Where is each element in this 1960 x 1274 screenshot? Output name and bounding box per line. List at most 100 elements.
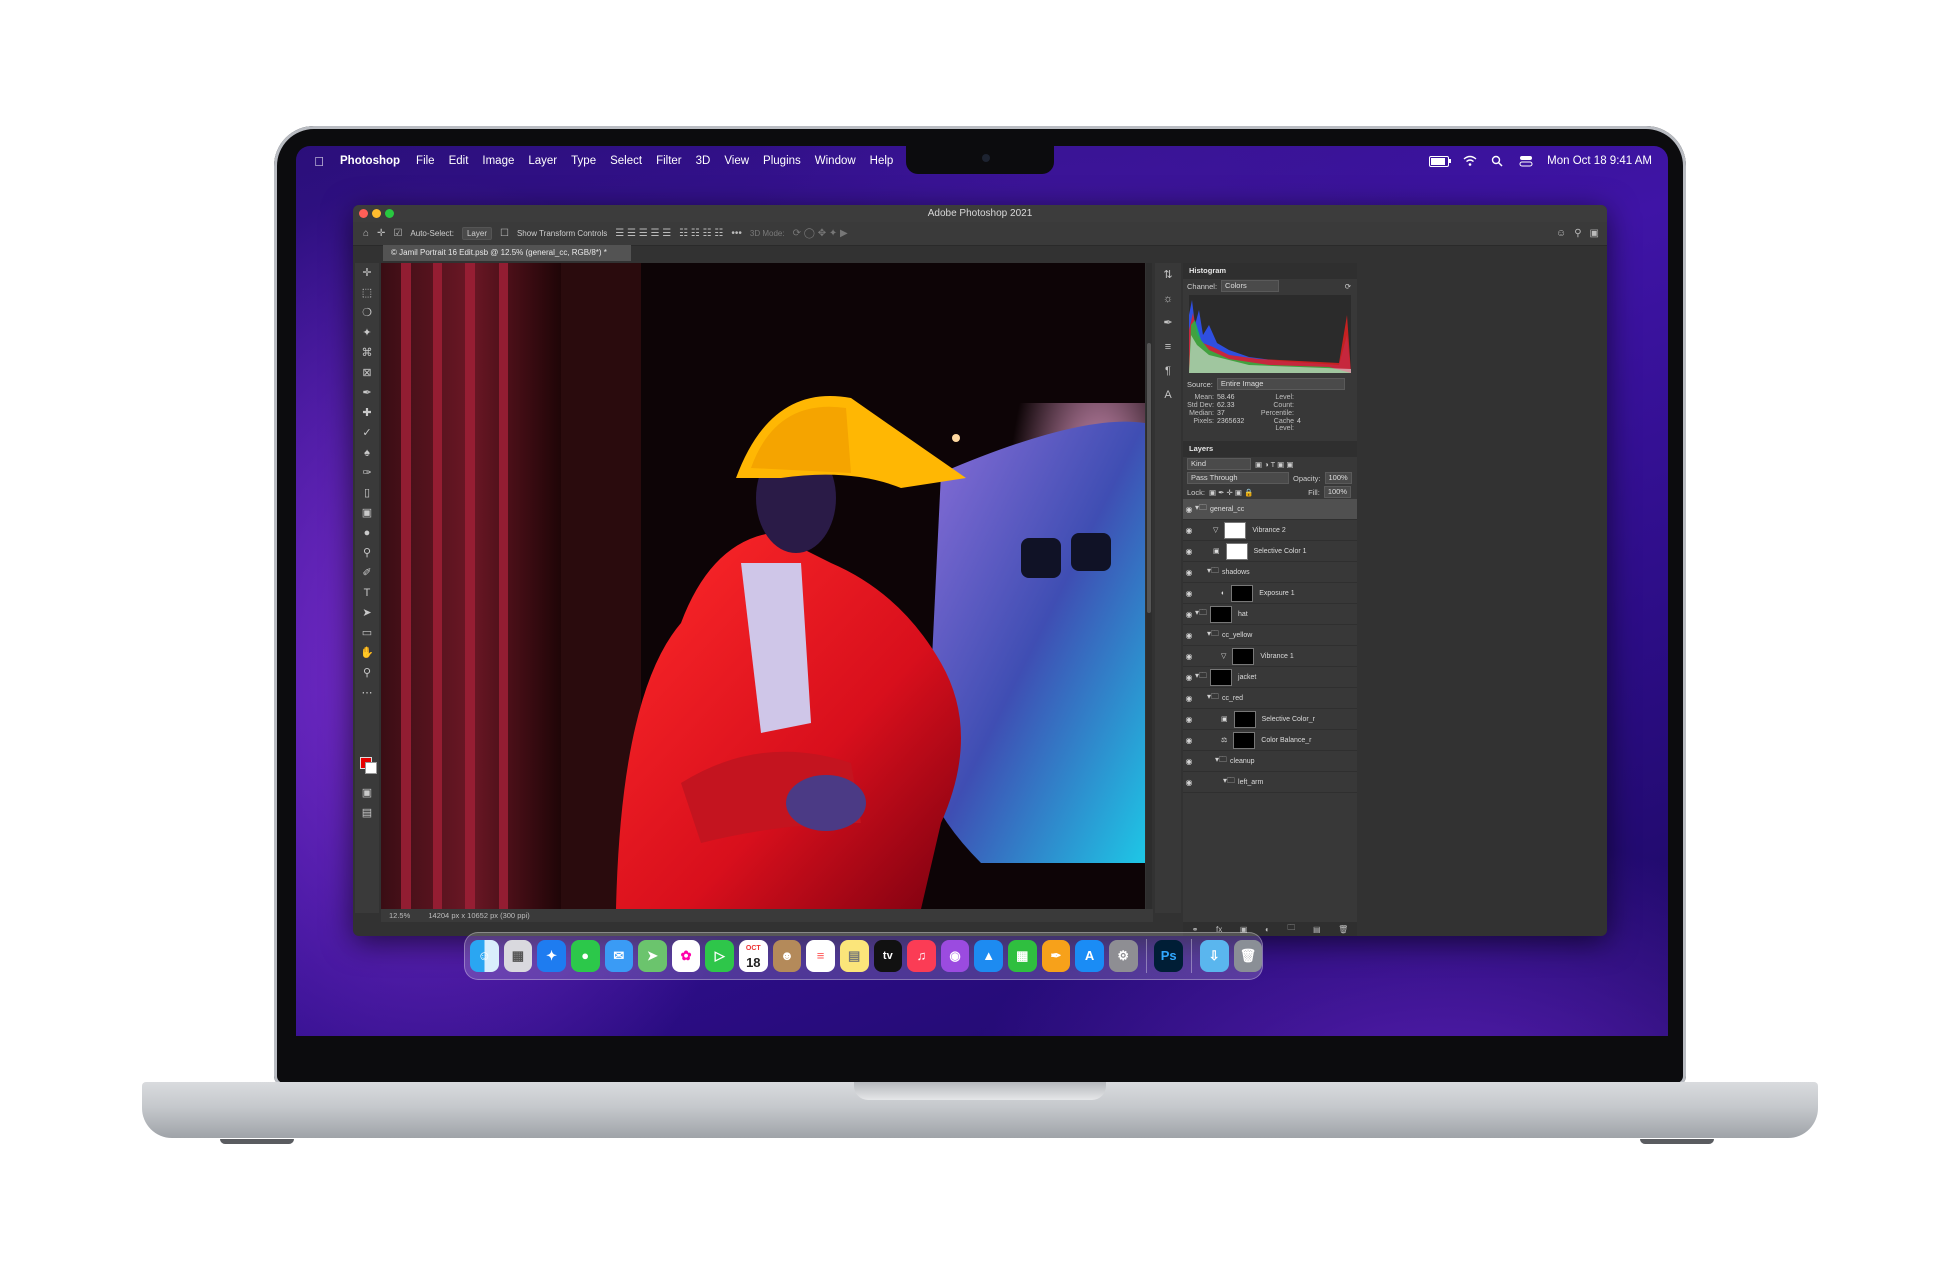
home-icon[interactable]: ⌂ (363, 228, 369, 239)
layer-row[interactable]: ◉ ▽ Vibrance 2 (1183, 520, 1357, 541)
folder-icon[interactable]: ▾🗀 (1207, 628, 1219, 642)
marquee-tool-icon[interactable]: ⬚ (355, 283, 379, 303)
layer-row[interactable]: ◉ ▽ Vibrance 1 (1183, 646, 1357, 667)
visibility-eye-icon[interactable]: ◉ (1183, 505, 1195, 514)
align-icons[interactable]: ☰ ☰ ☰ ☰ ☰ (615, 228, 671, 239)
brush-tool-icon[interactable]: ✓ (355, 423, 379, 443)
music-icon[interactable]: ♫ (907, 940, 936, 972)
adjustment-layer-icon[interactable]: ◐ (1265, 925, 1270, 934)
app-menu[interactable]: Photoshop (340, 155, 400, 167)
photoshop-icon[interactable]: Ps (1154, 940, 1184, 972)
move-tool-icon[interactable]: ✛ (377, 228, 385, 239)
keynote-icon[interactable]: ▲ (974, 940, 1003, 972)
screen-mode-icon[interactable]: ▤ (355, 803, 379, 823)
window-titlebar[interactable]: Adobe Photoshop 2021 (353, 205, 1607, 222)
scrollbar-thumb[interactable] (1147, 343, 1151, 613)
notes-icon[interactable]: ▤ (839, 940, 869, 972)
layer-mask-thumbnail[interactable] (1210, 605, 1233, 623)
checkbox-checked-icon[interactable]: ☑ (393, 228, 402, 239)
pen-tool-icon[interactable]: ✐ (355, 563, 379, 583)
mail-icon[interactable]: ✉ (604, 940, 634, 972)
opacity-field[interactable]: 100% (1324, 472, 1352, 484)
search-icon[interactable]: ⚲ (1574, 228, 1581, 239)
show-transform-controls-label[interactable]: Show Transform Controls (517, 229, 607, 238)
menu-plugins[interactable]: Plugins (763, 155, 801, 167)
layer-mask-thumbnail[interactable] (1224, 521, 1247, 539)
layer-row[interactable]: ◉ ▣ Selective Color_r (1183, 709, 1357, 730)
source-dropdown[interactable]: Entire Image (1216, 378, 1345, 390)
layer-mask-thumbnail[interactable] (1233, 710, 1256, 728)
lasso-tool-icon[interactable]: ❍ (355, 303, 379, 323)
layer-row[interactable]: ◉ ▾🗀 general_cc (1183, 499, 1357, 520)
downloads-folder-icon[interactable]: ⇩ (1199, 940, 1229, 972)
menubar-clock[interactable]: Mon Oct 18 9:41 AM (1547, 155, 1652, 167)
fill-field[interactable]: 100% (1323, 486, 1351, 498)
history-icon[interactable]: ⇅ (1155, 263, 1181, 287)
visibility-eye-icon[interactable]: ◉ (1183, 715, 1195, 724)
layer-row[interactable]: ◉ ▾🗀 shadows (1183, 562, 1357, 583)
finder-icon[interactable]: ☺ (470, 940, 499, 972)
menu-image[interactable]: Image (482, 155, 514, 167)
tv-icon[interactable]: tv (873, 940, 903, 972)
reminders-icon[interactable]: ≡ (806, 940, 835, 972)
menu-select[interactable]: Select (610, 155, 642, 167)
layer-mask-thumbnail[interactable] (1231, 584, 1254, 602)
layer-row[interactable]: ◉ ▾🗀 cc_yellow (1183, 625, 1357, 646)
zoom-level[interactable]: 12.5% (389, 911, 410, 920)
frame-tool-icon[interactable]: ⊠ (355, 363, 379, 383)
layer-row[interactable]: ◉ ⚖ Color Balance_r (1183, 730, 1357, 751)
menu-view[interactable]: View (724, 155, 749, 167)
character-icon[interactable]: A (1155, 383, 1181, 407)
layer-row[interactable]: ◉ ▾🗀 hat (1183, 604, 1357, 625)
quick-mask-icon[interactable]: ▣ (355, 783, 379, 803)
layer-row[interactable]: ◉ ▾🗀 cc_red (1183, 688, 1357, 709)
menu-layer[interactable]: Layer (528, 155, 557, 167)
wifi-icon[interactable] (1463, 155, 1477, 167)
clone-stamp-tool-icon[interactable]: ♠ (355, 443, 379, 463)
visibility-eye-icon[interactable]: ◉ (1183, 610, 1195, 619)
visibility-eye-icon[interactable]: ◉ (1183, 631, 1195, 640)
visibility-eye-icon[interactable]: ◉ (1183, 526, 1195, 535)
folder-icon[interactable]: ▾🗀 (1223, 775, 1235, 789)
healing-brush-tool-icon[interactable]: ✚ (355, 403, 379, 423)
auto-select-dropdown[interactable]: Layer (461, 227, 492, 240)
path-selection-tool-icon[interactable]: ➤ (355, 603, 379, 623)
maps-icon[interactable]: ➤ (638, 940, 667, 972)
adjustments-icon[interactable]: ☼ (1155, 287, 1181, 311)
crop-tool-icon[interactable]: ⌘ (355, 343, 379, 363)
visibility-eye-icon[interactable]: ◉ (1183, 568, 1195, 577)
history-brush-tool-icon[interactable]: ✑ (355, 463, 379, 483)
type-tool-icon[interactable]: T (355, 583, 379, 603)
system-preferences-icon[interactable]: ⚙ (1108, 940, 1138, 972)
delete-layer-icon[interactable]: 🗑 (1338, 925, 1348, 934)
properties-icon[interactable]: ≡ (1155, 335, 1181, 359)
folder-icon[interactable]: ▾🗀 (1215, 754, 1227, 768)
menu-type[interactable]: Type (571, 155, 596, 167)
numbers-icon[interactable]: ▦ (1008, 940, 1037, 972)
visibility-eye-icon[interactable]: ◉ (1183, 736, 1195, 745)
folder-icon[interactable]: ▾🗀 (1207, 691, 1219, 705)
canvas-area[interactable] (381, 263, 1145, 909)
channel-dropdown[interactable]: Colors (1221, 280, 1280, 292)
canvas-vertical-scrollbar[interactable] (1146, 263, 1152, 909)
close-window-icon[interactable] (359, 209, 368, 218)
gradient-tool-icon[interactable]: ▣ (355, 503, 379, 523)
workspace-icon[interactable]: ▣ (1590, 228, 1599, 239)
rectangle-tool-icon[interactable]: ▭ (355, 623, 379, 643)
eraser-tool-icon[interactable]: ▯ (355, 483, 379, 503)
document-tab[interactable]: © Jamil Portrait 16 Edit.psb @ 12.5% (ge… (383, 245, 631, 261)
histogram-panel-title[interactable]: Histogram (1183, 263, 1357, 279)
menu-file[interactable]: File (416, 155, 435, 167)
control-center-icon[interactable] (1519, 155, 1533, 167)
lock-icons[interactable]: ▣ ✒ ✛ ▣ 🔒 (1209, 488, 1253, 497)
battery-icon[interactable] (1429, 155, 1452, 167)
app-store-icon[interactable]: A (1075, 940, 1104, 972)
trash-icon[interactable]: 🗑 (1233, 940, 1263, 972)
distribute-icons[interactable]: ☷ ☷ ☷ ☷ (679, 228, 723, 239)
folder-icon[interactable]: ▾🗀 (1207, 565, 1219, 579)
messages-icon[interactable]: ● (570, 940, 600, 972)
object-selection-tool-icon[interactable]: ✦ (355, 323, 379, 343)
facetime-icon[interactable]: ▷ (705, 940, 734, 972)
menu-edit[interactable]: Edit (449, 155, 469, 167)
folder-icon[interactable]: ▾🗀 (1195, 607, 1207, 621)
